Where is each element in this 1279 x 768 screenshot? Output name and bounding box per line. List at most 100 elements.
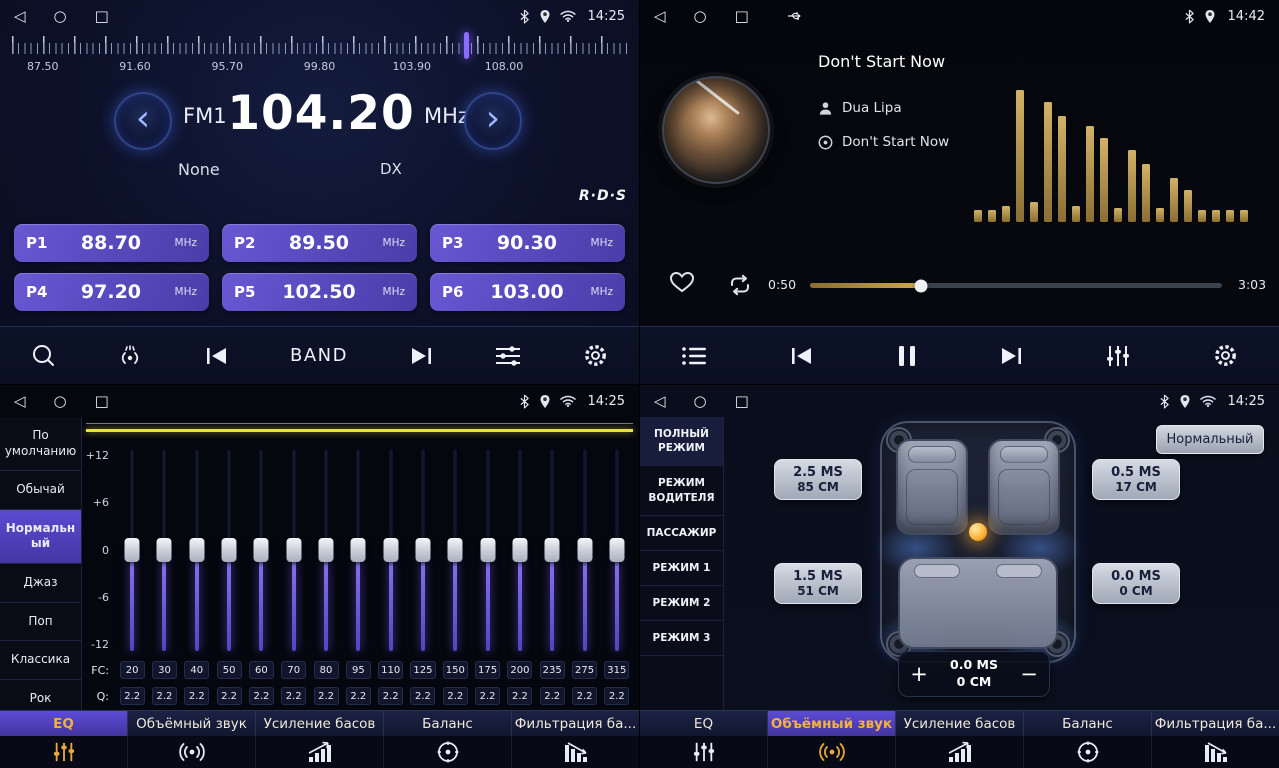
- slider-knob[interactable]: [351, 538, 366, 562]
- favorite-button[interactable]: [668, 270, 696, 294]
- tab-eq[interactable]: EQ: [640, 711, 767, 736]
- slider-knob[interactable]: [189, 538, 204, 562]
- mixer-button[interactable]: [1105, 344, 1131, 368]
- audio-settings-button[interactable]: [494, 344, 522, 368]
- progress-track[interactable]: [810, 283, 1222, 288]
- preset-button[interactable]: P497.20MHz: [14, 273, 209, 311]
- home-icon[interactable]: ○: [54, 394, 67, 409]
- listening-mode-item[interactable]: РЕЖИМ 2: [640, 586, 723, 621]
- slider-knob[interactable]: [545, 538, 560, 562]
- bass-boost-icon[interactable]: [895, 736, 1023, 768]
- tab-filter[interactable]: Фильтрация ба...: [511, 711, 639, 736]
- eq-band-slider[interactable]: [245, 449, 277, 651]
- repeat-button[interactable]: [726, 274, 754, 296]
- tune-down-button[interactable]: ‹: [114, 92, 172, 150]
- slider-knob[interactable]: [577, 538, 592, 562]
- eq-band-slider[interactable]: [407, 449, 439, 651]
- slider-knob[interactable]: [222, 538, 237, 562]
- preset-button[interactable]: P289.50MHz: [222, 224, 417, 262]
- playlist-button[interactable]: [680, 344, 708, 368]
- passenger-seat[interactable]: [988, 439, 1060, 535]
- field-preset-button[interactable]: Нормальный: [1156, 425, 1264, 454]
- back-icon[interactable]: ◁: [654, 9, 666, 24]
- filter-icon[interactable]: [511, 736, 639, 768]
- tab-filter[interactable]: Фильтрация ба...: [1151, 711, 1279, 736]
- auto-scan-icon[interactable]: [116, 343, 144, 369]
- eq-sliders-icon[interactable]: [640, 736, 767, 768]
- frequency-scale[interactable]: 87.5091.6095.7099.80103.90108.00: [12, 36, 627, 78]
- tab-balance[interactable]: Баланс: [1023, 711, 1151, 736]
- slider-knob[interactable]: [319, 538, 334, 562]
- slider-knob[interactable]: [254, 538, 269, 562]
- eq-preset-item[interactable]: Рок: [0, 680, 81, 710]
- tab-bass-boost[interactable]: Усиление басов: [255, 711, 383, 736]
- back-icon[interactable]: ◁: [654, 394, 666, 409]
- preset-button[interactable]: P6103.00MHz: [430, 273, 625, 311]
- eq-band-slider[interactable]: [116, 449, 148, 651]
- progress-knob[interactable]: [915, 279, 928, 292]
- band-button[interactable]: BAND: [290, 345, 348, 366]
- eq-preset-item[interactable]: Классика: [0, 641, 81, 680]
- eq-band-slider[interactable]: [310, 449, 342, 651]
- tab-bass-boost[interactable]: Усиление басов: [895, 711, 1023, 736]
- eq-band-slider[interactable]: [148, 449, 180, 651]
- tab-surround[interactable]: Объёмный звук: [127, 711, 255, 736]
- balance-icon[interactable]: [383, 736, 511, 768]
- listening-mode-item[interactable]: ПОЛНЫЙ РЕЖИМ: [640, 417, 723, 466]
- pause-button[interactable]: [896, 344, 918, 368]
- home-icon[interactable]: ○: [694, 394, 707, 409]
- search-stations-button[interactable]: [30, 343, 56, 369]
- slider-knob[interactable]: [125, 538, 140, 562]
- back-icon[interactable]: ◁: [14, 9, 26, 24]
- tab-surround[interactable]: Объёмный звук: [767, 711, 895, 736]
- slider-knob[interactable]: [383, 538, 398, 562]
- slider-knob[interactable]: [157, 538, 172, 562]
- rear-bench-seat[interactable]: [898, 557, 1058, 649]
- sound-focus-point[interactable]: [969, 523, 987, 541]
- slider-knob[interactable]: [512, 538, 527, 562]
- eq-band-slider[interactable]: [601, 449, 633, 651]
- eq-preset-item[interactable]: Джаз: [0, 564, 81, 603]
- slider-knob[interactable]: [609, 538, 624, 562]
- driver-seat[interactable]: [896, 439, 968, 535]
- tab-balance[interactable]: Баланс: [383, 711, 511, 736]
- eq-band-slider[interactable]: [439, 449, 471, 651]
- eq-band-slider[interactable]: [536, 449, 568, 651]
- eq-sliders-icon[interactable]: [0, 736, 127, 768]
- recents-icon[interactable]: □: [735, 9, 749, 24]
- tab-eq[interactable]: EQ: [0, 711, 127, 736]
- previous-station-button[interactable]: [204, 345, 230, 367]
- next-station-button[interactable]: [408, 345, 434, 367]
- listening-mode-item[interactable]: РЕЖИМ ВОДИТЕЛЯ: [640, 466, 723, 515]
- slider-knob[interactable]: [415, 538, 430, 562]
- eq-band-slider[interactable]: [278, 449, 310, 651]
- eq-band-slider[interactable]: [504, 449, 536, 651]
- balance-icon[interactable]: [1023, 736, 1151, 768]
- back-icon[interactable]: ◁: [14, 394, 26, 409]
- recents-icon[interactable]: □: [95, 9, 109, 24]
- eq-preset-item[interactable]: Обычай: [0, 471, 81, 510]
- filter-icon[interactable]: [1151, 736, 1279, 768]
- tune-up-button[interactable]: ›: [464, 92, 522, 150]
- eq-band-slider[interactable]: [342, 449, 374, 651]
- slider-knob[interactable]: [286, 538, 301, 562]
- eq-band-slider[interactable]: [375, 449, 407, 651]
- eq-band-slider[interactable]: [568, 449, 600, 651]
- settings-gear-button[interactable]: [1212, 342, 1239, 369]
- bass-boost-icon[interactable]: [255, 736, 383, 768]
- increase-delay-button[interactable]: +: [899, 664, 939, 685]
- listening-mode-item[interactable]: РЕЖИМ 3: [640, 621, 723, 656]
- previous-track-button[interactable]: [789, 345, 815, 367]
- recents-icon[interactable]: □: [95, 394, 109, 409]
- eq-preset-item[interactable]: По умолчанию: [0, 417, 81, 471]
- eq-preset-item[interactable]: Поп: [0, 603, 81, 642]
- listening-mode-item[interactable]: РЕЖИМ 1: [640, 551, 723, 586]
- preset-button[interactable]: P5102.50MHz: [222, 273, 417, 311]
- preset-button[interactable]: P188.70MHz: [14, 224, 209, 262]
- preset-button[interactable]: P390.30MHz: [430, 224, 625, 262]
- decrease-delay-button[interactable]: −: [1009, 664, 1049, 685]
- slider-knob[interactable]: [448, 538, 463, 562]
- listening-mode-item[interactable]: ПАССАЖИР: [640, 516, 723, 551]
- eq-band-slider[interactable]: [471, 449, 503, 651]
- eq-band-slider[interactable]: [181, 449, 213, 651]
